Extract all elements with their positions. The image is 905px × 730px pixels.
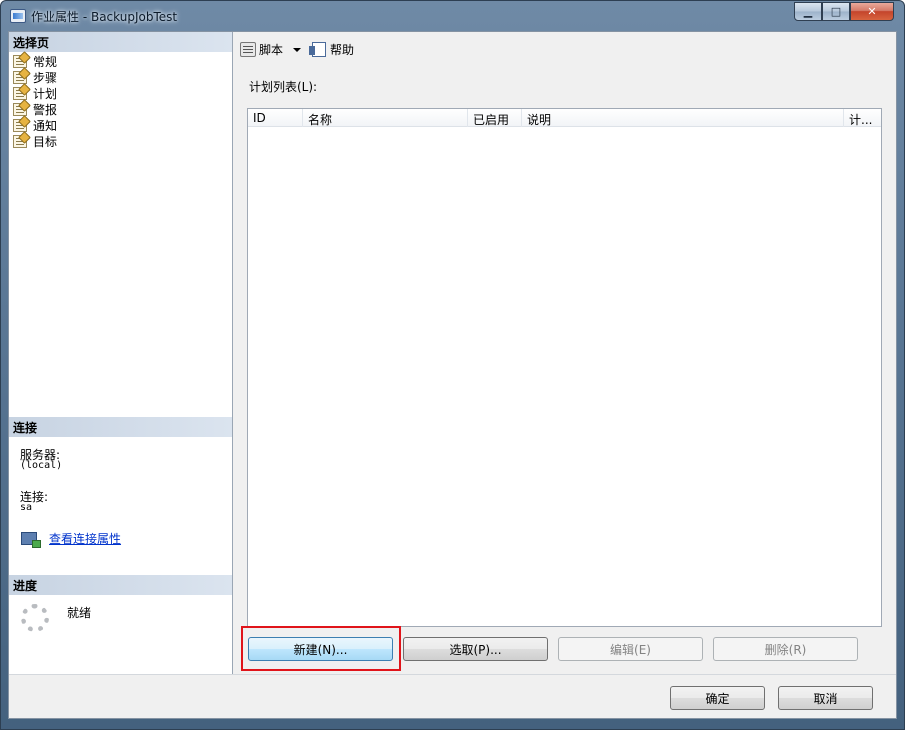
new-button[interactable]: 新建(N)... [248, 637, 393, 661]
script-icon [240, 42, 256, 57]
page-item-label: 目标 [33, 134, 58, 149]
select-page-header: 选择页 [9, 32, 232, 52]
window-title: 作业属性 - BackupJobTest [31, 10, 178, 24]
page-item-label: 步骤 [33, 70, 58, 85]
script-label: 脚本 [259, 43, 284, 57]
page-item-label: 常规 [33, 54, 58, 69]
pick-button[interactable]: 选取(P)... [403, 637, 548, 661]
connection-header: 连接 [9, 417, 232, 437]
page-properties-icon [13, 54, 27, 68]
page-item-targets[interactable]: 目标 [13, 133, 57, 149]
maximize-button[interactable]: □ [822, 2, 850, 21]
view-connection-properties-link[interactable]: 查看连接属性 [49, 530, 121, 547]
page-item-steps[interactable]: 步骤 [13, 69, 57, 85]
page-item-notifications[interactable]: 通知 [13, 117, 57, 133]
edit-button[interactable]: 编辑(E) [558, 637, 703, 661]
page-properties-icon [13, 118, 27, 132]
column-header-description[interactable]: 说明 [522, 109, 844, 127]
page-item-alerts[interactable]: 警报 [13, 101, 57, 117]
page-properties-icon [13, 134, 27, 148]
delete-button[interactable]: 删除(R) [713, 637, 858, 661]
ok-button[interactable]: 确定 [670, 686, 765, 710]
progress-status: 就绪 [67, 606, 92, 620]
schedule-list[interactable]: ID 名称 已启用 说明 计... [247, 108, 882, 627]
page-item-label: 警报 [33, 102, 58, 117]
app-icon[interactable] [10, 9, 26, 23]
page-item-general[interactable]: 常规 [13, 53, 57, 69]
cancel-button[interactable]: 取消 [778, 686, 873, 710]
progress-header: 进度 [9, 575, 232, 595]
minimize-icon: ▁ [803, 5, 813, 18]
column-header-schedule[interactable]: 计... [844, 109, 881, 127]
page-item-label: 计划 [33, 86, 58, 101]
close-icon: ✕ [867, 5, 877, 18]
column-header-id[interactable]: ID [248, 109, 303, 127]
dialog-window: 作业属性 - BackupJobTest ▁ □ ✕ 选择页 常规 步骤 计划 … [0, 0, 905, 730]
page-item-schedules[interactable]: 计划 [13, 85, 57, 101]
help-label: 帮助 [330, 43, 355, 57]
page-properties-icon [13, 86, 27, 100]
page-item-label: 通知 [33, 118, 58, 133]
minimize-button[interactable]: ▁ [794, 2, 822, 21]
close-button[interactable]: ✕ [850, 2, 894, 21]
connection-properties-icon [21, 532, 41, 548]
column-header-name[interactable]: 名称 [303, 109, 468, 127]
chevron-down-icon[interactable] [293, 47, 302, 52]
footer-separator [9, 674, 896, 675]
schedule-list-header: ID 名称 已启用 说明 计... [248, 109, 881, 127]
left-panel: 选择页 常规 步骤 计划 警报 通知 目标 连接 服务器: (local) 连接… [9, 32, 233, 674]
connection-value: sa [20, 502, 33, 513]
progress-spinner-icon [21, 604, 49, 632]
schedule-list-label: 计划列表(L): [249, 80, 318, 94]
page-list: 常规 步骤 计划 警报 通知 目标 [13, 53, 57, 149]
help-icon [309, 42, 326, 57]
script-button[interactable]: 脚本 [240, 41, 302, 58]
maximize-icon: □ [830, 5, 842, 18]
dialog-client-area: 选择页 常规 步骤 计划 警报 通知 目标 连接 服务器: (local) 连接… [8, 31, 897, 719]
title-bar[interactable]: 作业属性 - BackupJobTest ▁ □ ✕ [1, 1, 904, 31]
help-button[interactable]: 帮助 [309, 41, 355, 58]
page-properties-icon [13, 70, 27, 84]
page-properties-icon [13, 102, 27, 116]
caption-buttons: ▁ □ ✕ [794, 2, 894, 21]
toolbar: 脚本 帮助 [234, 32, 896, 66]
view-connection-properties[interactable]: 查看连接属性 [21, 530, 121, 548]
server-value: (local) [20, 460, 63, 471]
column-header-enabled[interactable]: 已启用 [468, 109, 522, 127]
